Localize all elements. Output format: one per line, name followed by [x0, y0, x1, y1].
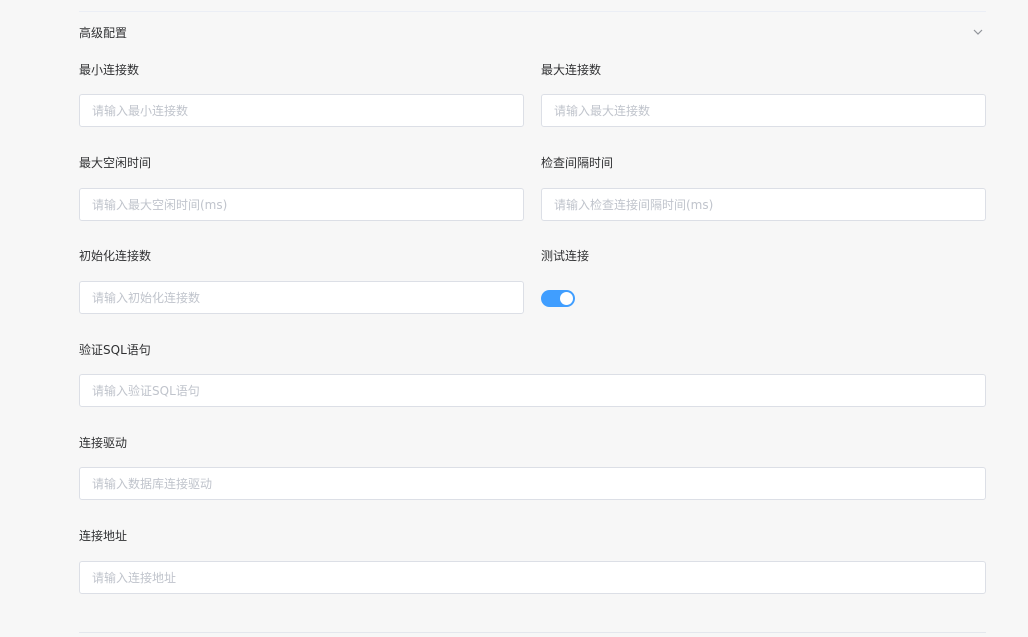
- driver-input[interactable]: [79, 467, 986, 500]
- driver-label: 连接驱动: [79, 436, 128, 450]
- url-input[interactable]: [79, 561, 986, 594]
- bottom-divider: [79, 632, 986, 633]
- url-label: 连接地址: [79, 529, 128, 543]
- initial-connections-label: 初始化连接数: [79, 249, 152, 263]
- chevron-down-icon[interactable]: [970, 24, 986, 40]
- initial-connections-input[interactable]: [79, 281, 524, 314]
- test-connection-switch[interactable]: [541, 290, 575, 307]
- min-connections-input[interactable]: [79, 94, 524, 127]
- advanced-config-header[interactable]: 高级配置: [79, 20, 986, 44]
- min-connections-label: 最小连接数: [79, 63, 140, 77]
- max-connections-input[interactable]: [541, 94, 986, 127]
- max-idle-time-label: 最大空闲时间: [79, 156, 152, 170]
- check-interval-input[interactable]: [541, 188, 986, 221]
- section-title: 高级配置: [79, 25, 128, 40]
- test-connection-label: 测试连接: [541, 249, 590, 263]
- max-connections-label: 最大连接数: [541, 63, 602, 77]
- switch-knob: [560, 292, 573, 305]
- advanced-config-panel: 高级配置 最小连接数 最大连接数 最大空闲时间 检查间隔时间 初始化连接数 测试…: [0, 0, 1028, 637]
- top-divider: [79, 11, 986, 12]
- validation-sql-label: 验证SQL语句: [79, 343, 151, 357]
- check-interval-label: 检查间隔时间: [541, 156, 614, 170]
- validation-sql-input[interactable]: [79, 374, 986, 407]
- max-idle-time-input[interactable]: [79, 188, 524, 221]
